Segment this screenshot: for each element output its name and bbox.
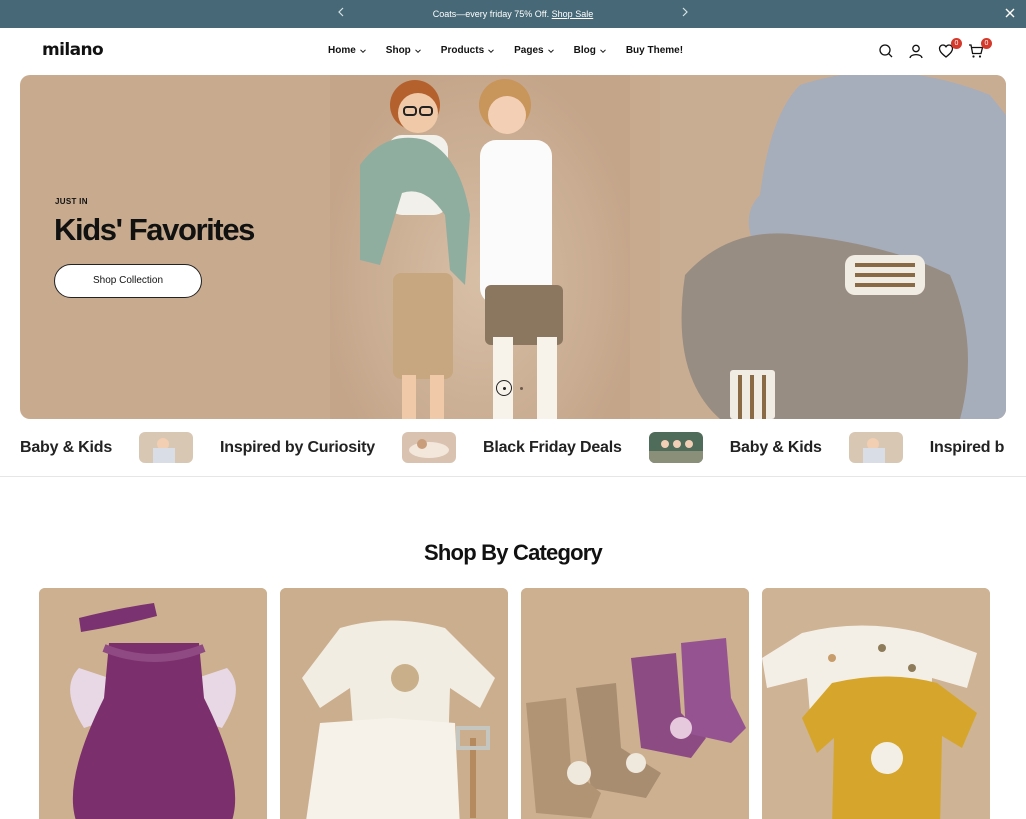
hero-title: Kids' Favorites — [54, 212, 255, 247]
marquee-thumb-image — [848, 432, 903, 463]
close-icon[interactable] — [1003, 6, 1017, 20]
slider-dots — [496, 380, 523, 396]
search-icon[interactable] — [878, 43, 894, 59]
marquee-text: Inspired b — [929, 438, 1005, 456]
category-card[interactable] — [39, 588, 267, 819]
knit-booties-image — [521, 588, 749, 819]
kids-photo — [330, 75, 630, 419]
header-icons: 0 0 — [878, 38, 992, 59]
announcement-text: Coats—every friday 75% Off. — [432, 9, 550, 19]
purple-dress-image — [39, 588, 267, 819]
site-header: milano Home Shop Products Pages Blog Buy… — [0, 28, 1026, 74]
hero-banner: JUST IN Kids' Favorites Shop Collection — [20, 75, 1006, 419]
logo[interactable]: milano — [42, 40, 104, 60]
category-card[interactable] — [280, 588, 508, 819]
main-nav: Home Shop Products Pages Blog Buy Theme! — [328, 45, 702, 56]
slide-dot[interactable] — [520, 386, 523, 390]
chevron-down-icon — [414, 48, 421, 53]
wishlist-count-badge: 0 — [951, 38, 962, 49]
marquee-track: Baby & Kids Inspired by Curiosity Black … — [20, 432, 1004, 463]
marquee-strip: Baby & Kids Inspired by Curiosity Black … — [0, 419, 1026, 477]
nav-item-products[interactable]: Products — [441, 45, 495, 56]
shop-sale-link[interactable]: Shop Sale — [552, 9, 594, 19]
quilted-set-image — [280, 588, 508, 819]
nav-item-blog[interactable]: Blog — [574, 45, 607, 56]
announcement-message: Coats—every friday 75% Off. Shop Sale — [0, 9, 1026, 19]
marquee-thumb-image — [139, 432, 194, 463]
nav-label: Products — [440, 45, 485, 56]
marquee-thumb-image — [648, 432, 703, 463]
nav-item-shop[interactable]: Shop — [386, 45, 422, 56]
chevron-right-icon[interactable] — [681, 6, 689, 20]
user-icon[interactable] — [908, 43, 924, 59]
crouching-child-photo — [660, 75, 1006, 419]
announcement-bar: Coats—every friday 75% Off. Shop Sale — [0, 0, 1026, 28]
chevron-down-icon — [599, 48, 606, 53]
marquee-text: Baby & Kids — [20, 438, 113, 456]
nav-label: Home — [328, 45, 356, 56]
nav-label: Buy Theme! — [625, 45, 684, 56]
nav-item-home[interactable]: Home — [328, 45, 367, 56]
chevron-down-icon — [547, 48, 554, 53]
chevron-down-icon — [488, 48, 494, 53]
category-cards — [39, 588, 990, 819]
nav-label: Pages — [514, 45, 544, 56]
cart-button[interactable]: 0 — [968, 38, 992, 59]
category-card[interactable] — [521, 588, 749, 819]
chevron-down-icon — [359, 48, 366, 53]
shop-collection-button[interactable]: Shop Collection — [54, 264, 202, 298]
nav-item-pages[interactable]: Pages — [514, 45, 554, 56]
marquee-thumb-image — [402, 432, 456, 463]
cart-count-badge: 0 — [981, 38, 992, 49]
nav-label: Blog — [573, 45, 596, 56]
section-title: Shop By Category — [424, 540, 603, 565]
slide-dot-active[interactable] — [496, 380, 512, 396]
marquee-text: Inspired by Curiosity — [220, 438, 375, 456]
category-card[interactable] — [762, 588, 990, 819]
animal-tops-image — [762, 588, 990, 819]
nav-label: Shop — [385, 45, 411, 56]
marquee-text: Baby & Kids — [729, 438, 822, 456]
marquee-text: Black Friday Deals — [483, 438, 622, 456]
hero-eyebrow: JUST IN — [55, 197, 88, 206]
nav-item-buy-theme[interactable]: Buy Theme! — [626, 45, 683, 56]
wishlist-button[interactable]: 0 — [938, 38, 962, 59]
